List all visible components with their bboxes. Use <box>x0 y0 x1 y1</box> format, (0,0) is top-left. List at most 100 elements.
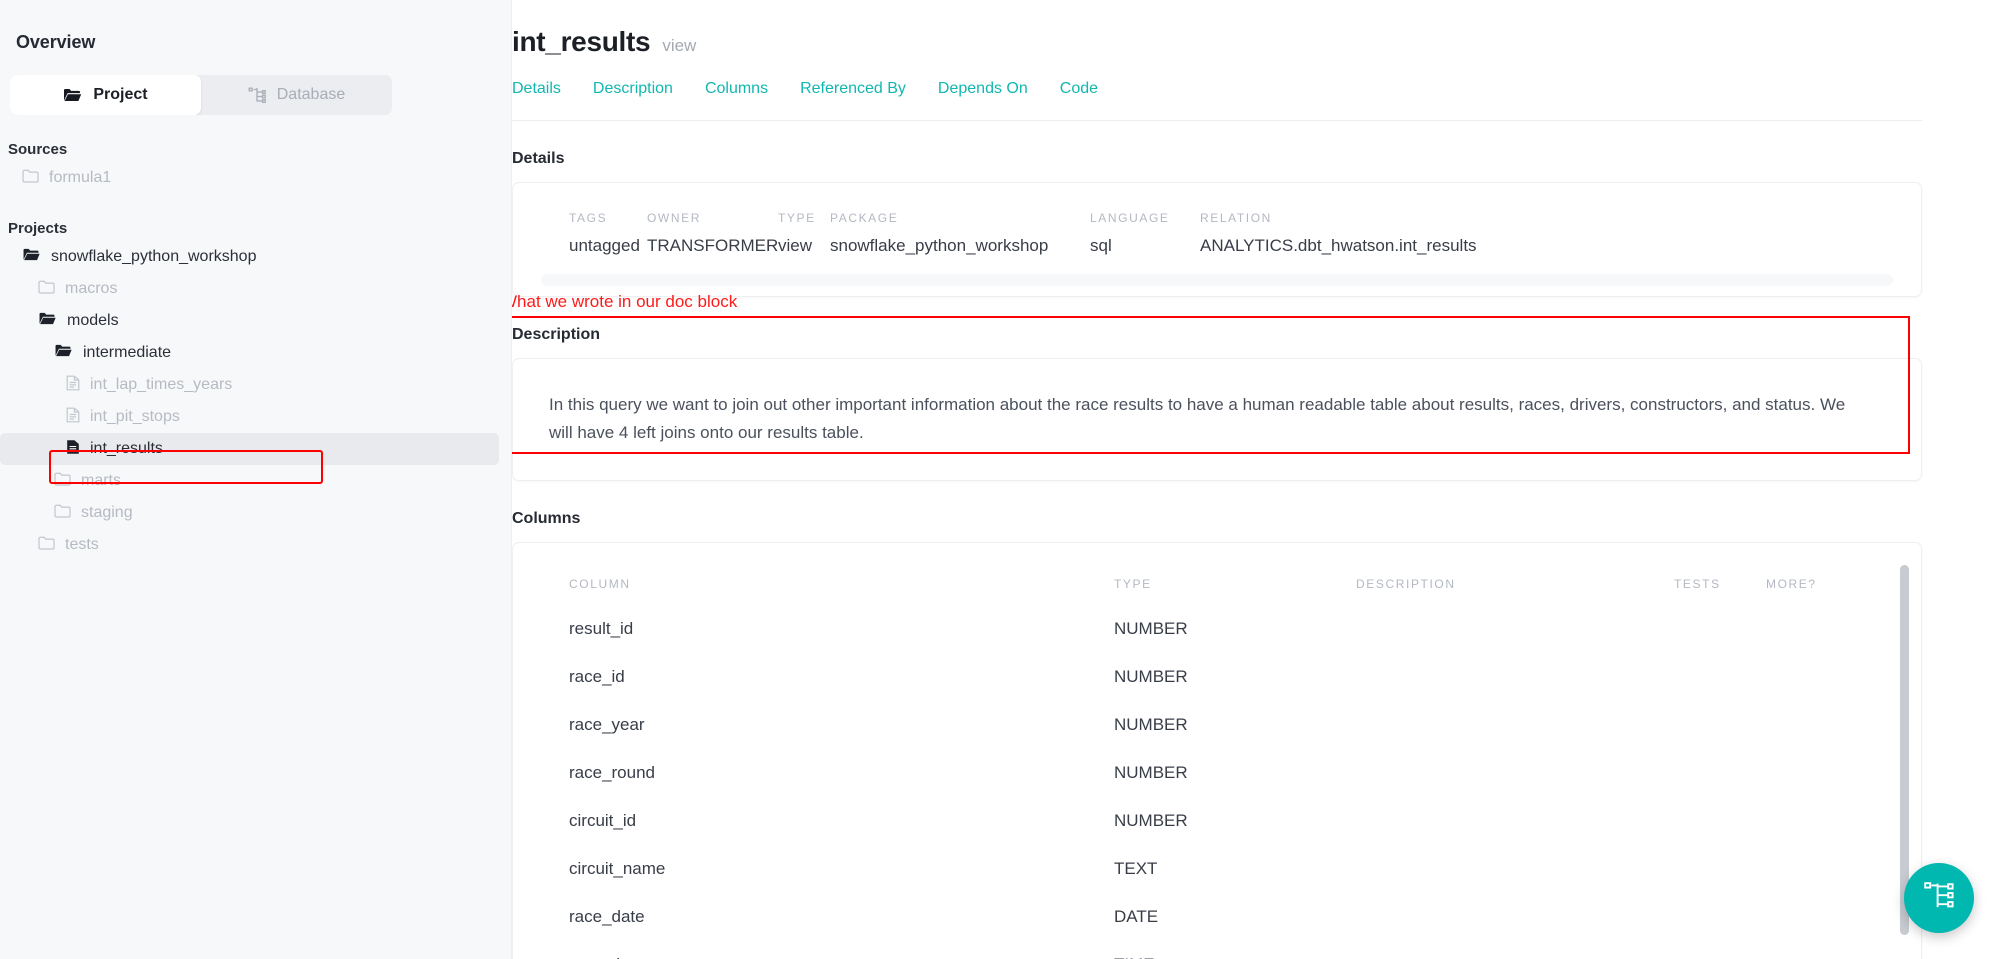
tree-item-label: staging <box>81 505 133 521</box>
tree-item-marts[interactable]: marts <box>0 465 499 497</box>
tree-item-formula1[interactable]: formula1 <box>0 162 499 194</box>
lineage-graph-button[interactable] <box>1904 863 1974 933</box>
sidebar-title: Overview <box>0 0 511 53</box>
detail-field-language: LANGUAGE sql <box>1090 211 1200 256</box>
tab-description[interactable]: Description <box>593 80 673 98</box>
cell-column: result_id <box>569 619 1114 639</box>
tree-item-int-lap-times-years[interactable]: int_lap_times_years <box>0 369 499 401</box>
column-header-column: COLUMN <box>569 577 1114 591</box>
tab-referenced-by[interactable]: Referenced By <box>800 80 906 98</box>
detail-key: TYPE <box>778 211 830 225</box>
tree-item-label: int_results <box>90 441 163 457</box>
folder-icon <box>38 280 55 299</box>
detail-field-relation: RELATION ANALYTICS.dbt_hwatson.int_resul… <box>1200 211 1520 256</box>
page-title-row: int_results view <box>512 0 2000 58</box>
tree-item-int-results[interactable]: int_results <box>0 433 499 465</box>
tree-item-label: tests <box>65 537 99 553</box>
tree-item-label: marts <box>81 473 121 489</box>
sidebar: Overview Project Database Sources <box>0 0 512 959</box>
cell-column: race_time <box>569 955 1114 959</box>
detail-field-package: PACKAGE snowflake_python_workshop <box>830 211 1090 256</box>
cell-type: DATE <box>1114 907 1356 927</box>
tree-item-label: int_pit_stops <box>90 409 180 425</box>
table-row[interactable]: result_id NUMBER <box>513 605 1921 653</box>
tree-item-label: macros <box>65 281 117 297</box>
tree-item-label: models <box>67 313 119 329</box>
scrollbar-thumb[interactable] <box>1900 565 1909 935</box>
toggle-database[interactable]: Database <box>201 75 392 115</box>
table-row[interactable]: circuit_name TEXT <box>513 845 1921 893</box>
table-row[interactable]: race_date DATE <box>513 893 1921 941</box>
tree-item-staging[interactable]: staging <box>0 497 499 529</box>
details-card: TAGS untagged OWNER TRANSFORMER TYPE vie… <box>512 182 1922 297</box>
cell-type: TEXT <box>1114 859 1356 879</box>
cell-column: race_year <box>569 715 1114 735</box>
file-icon <box>66 439 80 460</box>
cell-column: race_round <box>569 763 1114 783</box>
folder-open-icon <box>38 311 57 331</box>
table-row[interactable]: circuit_id NUMBER <box>513 797 1921 845</box>
toggle-database-label: Database <box>277 86 346 104</box>
detail-value: TRANSFORMER <box>647 236 778 256</box>
cell-column: circuit_name <box>569 859 1114 879</box>
cell-type: NUMBER <box>1114 619 1356 639</box>
table-row[interactable]: race_round NUMBER <box>513 749 1921 797</box>
detail-key: LANGUAGE <box>1090 211 1200 225</box>
tree-item-tests[interactable]: tests <box>0 529 499 561</box>
tree-item-intermediate[interactable]: intermediate <box>0 337 499 369</box>
tree-item-label: intermediate <box>83 345 171 361</box>
sources-tree: formula1 <box>0 158 511 194</box>
detail-key: OWNER <box>647 211 778 225</box>
cell-type: NUMBER <box>1114 667 1356 687</box>
detail-value: sql <box>1090 236 1200 256</box>
column-header-more: MORE? <box>1766 577 1856 591</box>
detail-value: untagged <box>569 236 647 256</box>
tree-item-label: snowflake_python_workshop <box>51 249 256 265</box>
detail-key: RELATION <box>1200 211 1520 225</box>
tab-columns[interactable]: Columns <box>705 80 768 98</box>
tab-depends-on[interactable]: Depends On <box>938 80 1028 98</box>
sources-heading: Sources <box>0 115 511 158</box>
tab-code[interactable]: Code <box>1060 80 1098 98</box>
folder-icon <box>22 169 39 188</box>
file-icon <box>66 407 80 428</box>
projects-heading: Projects <box>0 194 511 237</box>
column-header-type: TYPE <box>1114 577 1356 591</box>
folder-icon <box>38 536 55 555</box>
detail-value: view <box>778 236 830 256</box>
detail-key: TAGS <box>569 211 647 225</box>
detail-field-owner: OWNER TRANSFORMER <box>647 211 778 256</box>
detail-key: PACKAGE <box>830 211 1090 225</box>
description-heading: Description <box>512 326 2000 344</box>
detail-value: snowflake_python_workshop <box>830 236 1090 256</box>
folder-open-icon <box>22 247 41 267</box>
table-row[interactable]: race_id NUMBER <box>513 653 1921 701</box>
view-toggle-group: Project Database <box>10 75 392 115</box>
tree-item-int-pit-stops[interactable]: int_pit_stops <box>0 401 499 433</box>
detail-field-tags: TAGS untagged <box>569 211 647 256</box>
folder-icon <box>54 504 71 523</box>
tree-item-macros[interactable]: macros <box>0 273 499 305</box>
column-header-description: DESCRIPTION <box>1356 577 1674 591</box>
columns-card: COLUMN TYPE DESCRIPTION TESTS MORE? resu… <box>512 542 1922 959</box>
folder-open-icon <box>54 343 73 363</box>
page-subtitle: view <box>662 36 696 56</box>
tree-item-snowflake-python-workshop[interactable]: snowflake_python_workshop <box>0 241 499 273</box>
tree-item-models[interactable]: models <box>0 305 499 337</box>
projects-tree: snowflake_python_workshop macros models … <box>0 237 511 561</box>
cell-type: TIME <box>1114 955 1356 959</box>
columns-rows: result_id NUMBER race_id NUMBER race_yea… <box>513 591 1921 959</box>
tab-details[interactable]: Details <box>512 80 561 98</box>
description-card: In this query we want to join out other … <box>512 358 1922 481</box>
details-heading: Details <box>512 121 2000 168</box>
table-row[interactable]: race_year NUMBER <box>513 701 1921 749</box>
description-section: What we wrote in our doc block Descripti… <box>512 326 2000 481</box>
toggle-project-label: Project <box>93 86 147 104</box>
columns-heading: Columns <box>512 481 2000 528</box>
annotation-label: What we wrote in our doc block <box>512 292 737 312</box>
table-row[interactable]: race_time TIME <box>513 941 1921 959</box>
cell-column: race_date <box>569 907 1114 927</box>
toggle-project[interactable]: Project <box>10 75 201 115</box>
details-horizontal-scrollbar[interactable] <box>541 274 1893 286</box>
cell-type: NUMBER <box>1114 811 1356 831</box>
